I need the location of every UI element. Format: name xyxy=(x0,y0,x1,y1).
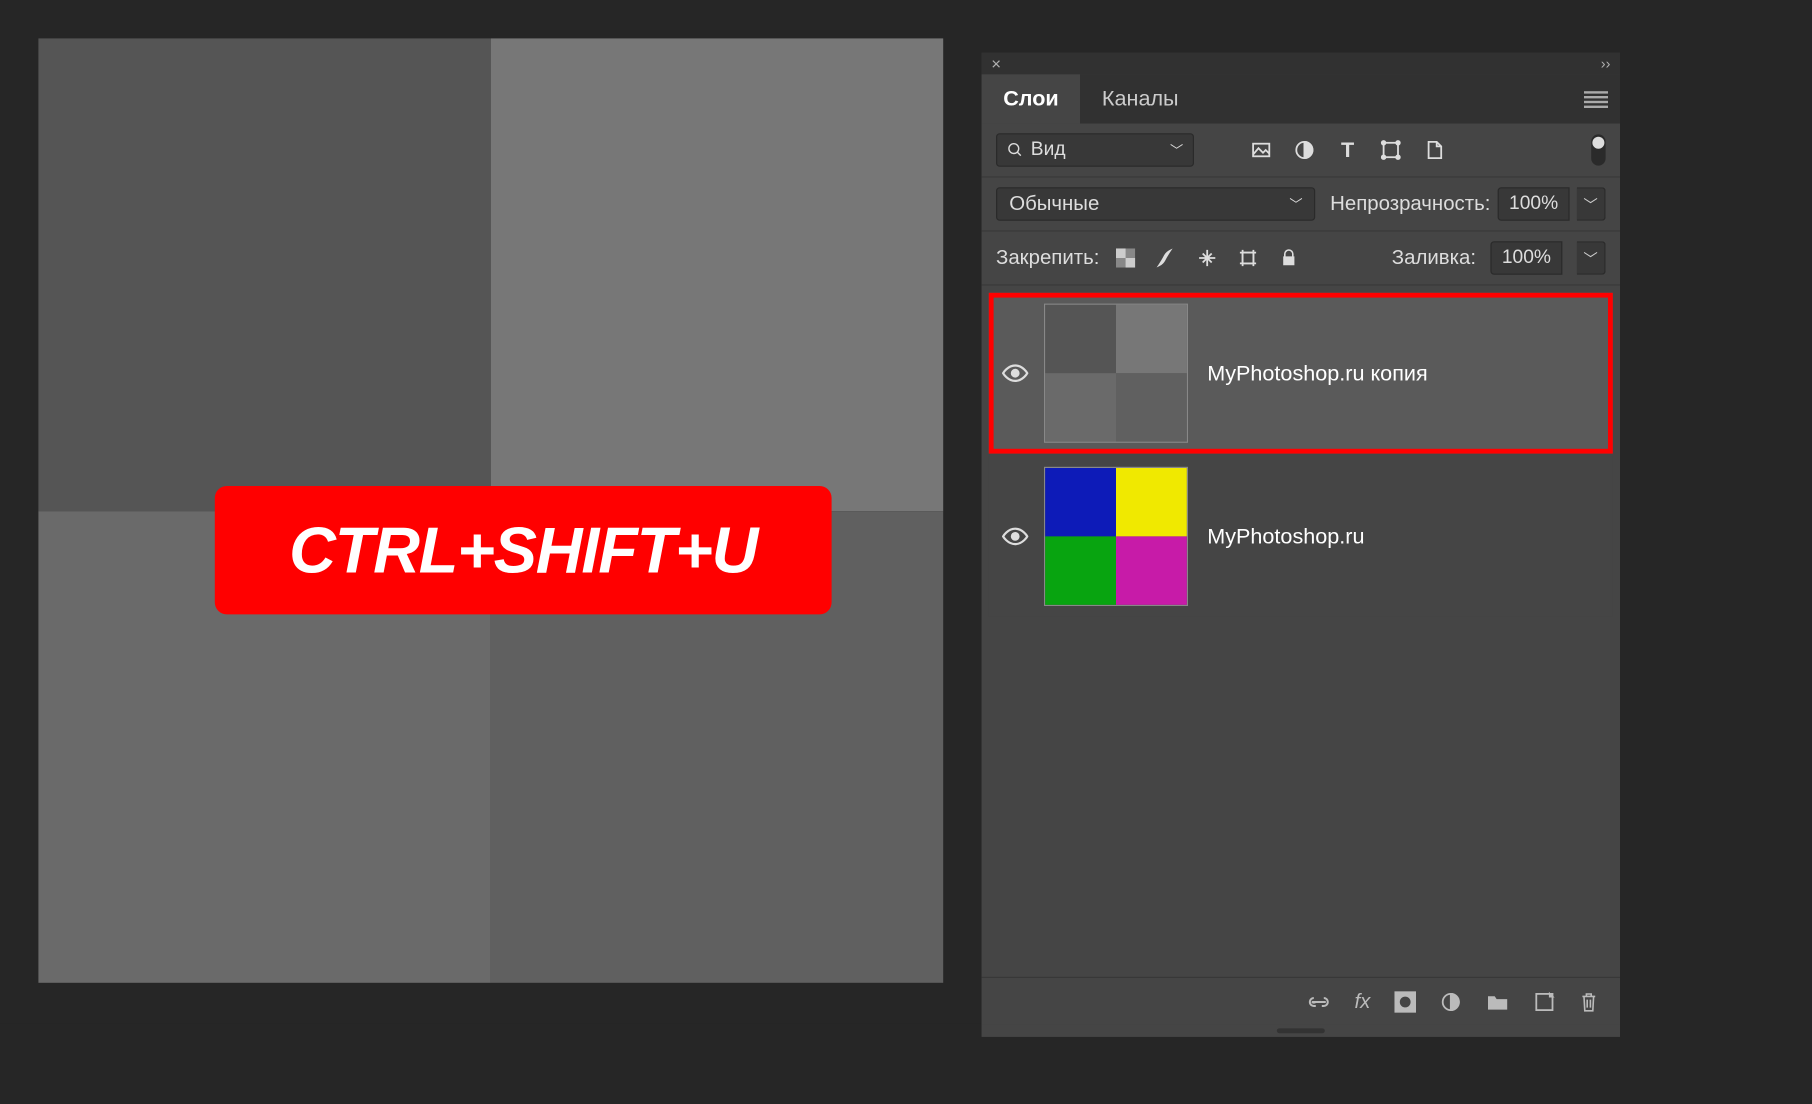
lock-row: Закрепить: Заливка: 100% ﹀ xyxy=(982,232,1620,286)
blend-mode-select[interactable]: Обычные ﹀ xyxy=(996,187,1316,221)
layer-thumbnail[interactable] xyxy=(1044,304,1188,443)
canvas-quadrant-tr xyxy=(491,38,943,510)
lock-artboard-icon[interactable] xyxy=(1236,246,1260,270)
thumb-tr xyxy=(1116,305,1187,373)
shape-filter-icon[interactable] xyxy=(1379,138,1403,162)
panel-tabs: Слои Каналы xyxy=(982,74,1620,123)
filter-kind-label: Вид xyxy=(1031,139,1066,161)
trash-icon[interactable] xyxy=(1579,989,1598,1013)
opacity-value[interactable]: 100% xyxy=(1498,187,1570,221)
lock-pixels-icon[interactable] xyxy=(1155,246,1179,270)
layer-thumbnail[interactable] xyxy=(1044,467,1188,606)
tab-layers[interactable]: Слои xyxy=(982,74,1081,123)
thumb-br xyxy=(1116,373,1187,441)
lock-all-icon[interactable] xyxy=(1277,246,1301,270)
canvas[interactable]: CTRL+SHIFT+U xyxy=(38,38,943,982)
shortcut-text: CTRL+SHIFT+U xyxy=(289,513,757,587)
fill-value[interactable]: 100% xyxy=(1490,241,1562,275)
canvas-quadrant-tl xyxy=(38,38,490,510)
thumb-bl xyxy=(1045,373,1116,441)
filter-toggle-switch[interactable] xyxy=(1591,134,1605,165)
adjustment-icon[interactable] xyxy=(1440,991,1462,1013)
fill-chevron[interactable]: ﹀ xyxy=(1577,241,1606,275)
type-filter-icon[interactable]: T xyxy=(1336,138,1360,162)
layers-panel: × ›› Слои Каналы Вид ﹀ xyxy=(982,53,1620,1037)
group-icon[interactable] xyxy=(1486,992,1510,1011)
thumb-bl xyxy=(1045,536,1116,604)
lock-position-icon[interactable] xyxy=(1195,246,1219,270)
visibility-toggle[interactable] xyxy=(994,364,1037,383)
app-root: CTRL+SHIFT+U × ›› Слои Каналы Вид xyxy=(0,0,1812,1024)
shortcut-badge: CTRL+SHIFT+U xyxy=(215,486,832,614)
image-filter-icon[interactable] xyxy=(1249,138,1273,162)
collapse-icon[interactable]: ›› xyxy=(1601,55,1611,72)
smartobject-filter-icon[interactable] xyxy=(1422,138,1446,162)
panel-menu-icon[interactable] xyxy=(1584,91,1608,108)
panel-footer: fx xyxy=(982,977,1620,1025)
thumb-br xyxy=(1116,536,1187,604)
drag-handle[interactable] xyxy=(982,1025,1620,1037)
fill-label: Заливка: xyxy=(1392,246,1476,270)
thumb-tl xyxy=(1045,468,1116,536)
layer-filter-row: Вид ﹀ T xyxy=(982,124,1620,178)
filter-kind-select[interactable]: Вид ﹀ xyxy=(996,133,1194,167)
layers-list: MyPhotoshop.ru копия MyPhotoshop.ru xyxy=(982,286,1620,977)
chevron-down-icon: ﹀ xyxy=(1170,140,1183,159)
fx-icon[interactable]: fx xyxy=(1355,989,1371,1013)
panel-topbar: × ›› xyxy=(982,53,1620,75)
chevron-down-icon: ﹀ xyxy=(1289,194,1302,213)
thumb-tr xyxy=(1116,468,1187,536)
layer-name[interactable]: MyPhotoshop.ru xyxy=(1207,524,1364,549)
link-icon[interactable] xyxy=(1307,993,1331,1010)
adjustment-filter-icon[interactable] xyxy=(1292,138,1316,162)
mask-icon[interactable] xyxy=(1394,991,1416,1013)
opacity-label: Непрозрачность: xyxy=(1330,192,1490,216)
close-icon[interactable]: × xyxy=(991,54,1001,73)
canvas-area: CTRL+SHIFT+U xyxy=(0,0,982,1024)
blend-row: Обычные ﹀ Непрозрачность: 100% ﹀ xyxy=(982,178,1620,232)
blend-mode-value: Обычные xyxy=(1009,192,1099,216)
lock-icons xyxy=(1114,246,1301,270)
tab-channels[interactable]: Каналы xyxy=(1080,74,1200,123)
opacity-chevron[interactable]: ﹀ xyxy=(1577,187,1606,221)
visibility-toggle[interactable] xyxy=(994,527,1037,546)
layer-row[interactable]: MyPhotoshop.ru копия xyxy=(989,293,1613,454)
layer-row[interactable]: MyPhotoshop.ru xyxy=(989,456,1613,617)
thumb-tl xyxy=(1045,305,1116,373)
search-icon xyxy=(1007,142,1024,159)
layer-name[interactable]: MyPhotoshop.ru копия xyxy=(1207,361,1427,386)
new-layer-icon[interactable] xyxy=(1534,991,1556,1013)
lock-transparency-icon[interactable] xyxy=(1114,246,1138,270)
lock-label: Закрепить: xyxy=(996,246,1099,270)
filter-type-icons: T xyxy=(1249,138,1446,162)
